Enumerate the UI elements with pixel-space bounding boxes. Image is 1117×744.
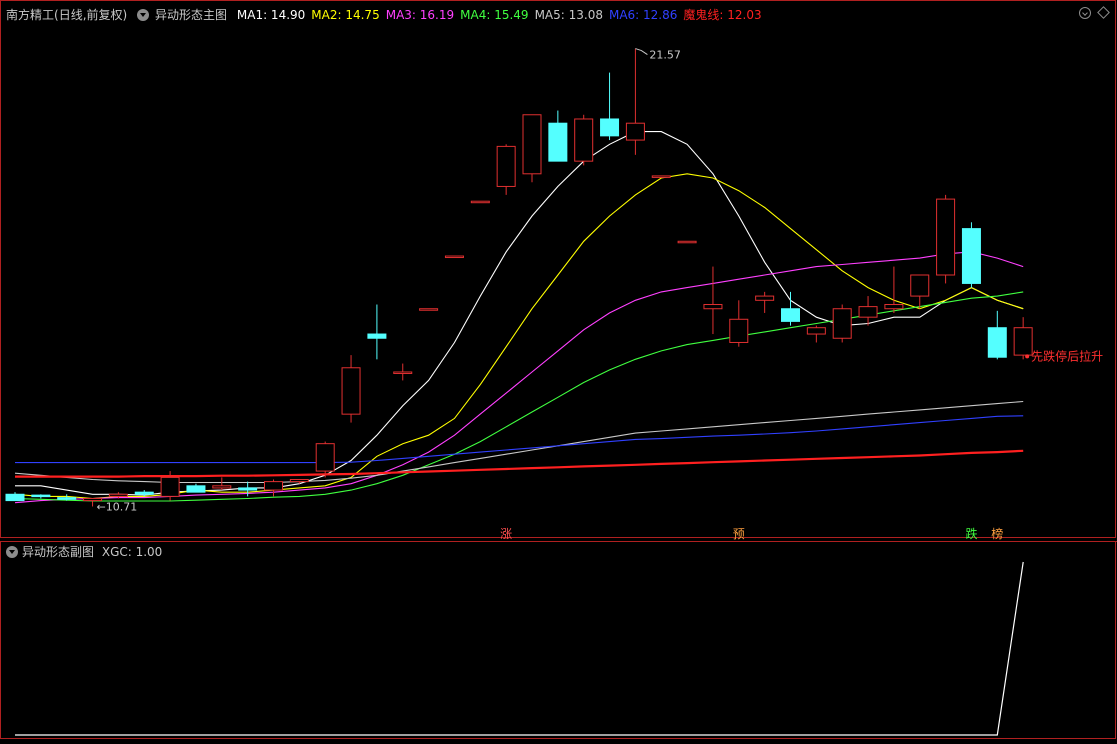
candle-body [1013,327,1033,356]
chart-stage[interactable]: 21.57 ←10.71 涨 预 跌榜 先跌停后拉升 [0,0,1117,740]
candle-body [419,308,439,311]
candle-body [470,200,490,204]
high-price-label: 21.57 [649,49,681,62]
chevron-down-icon[interactable] [6,546,18,558]
chevron-down-icon[interactable] [137,9,150,21]
candle-body [5,493,25,502]
candle-body [961,228,981,284]
candle-body [703,304,723,310]
sub-chart-header: 异动形态副图 XGC: 1.00 [6,543,162,560]
candle-body [600,118,620,137]
ma-line-ma2 [14,173,1024,500]
candle-body [108,493,128,497]
candle-body [832,308,852,339]
candle-body [212,485,232,489]
signal-marker: 跌 [965,526,977,541]
candle-body [367,333,387,339]
candle-body [31,494,51,498]
period-label: (日线,前复权) [54,8,128,22]
high-pointer [635,48,648,55]
candle-body [781,308,800,322]
ma-legend-item: MA3: 16.19 [385,8,455,22]
candle-body [651,175,671,178]
annotation-text: 先跌停后拉升 [1031,348,1103,363]
candle-body [884,304,904,310]
candle-body [806,327,826,335]
ma-legend-item: MA6: 12.86 [608,8,678,22]
ma-legend-item: MA2: 14.75 [311,8,380,22]
sub-indicator-value: XGC: 1.00 [101,545,163,559]
ma-legend-item: 魔鬼线: 12.03 [683,8,762,22]
stock-name: 南方精工 [6,8,55,22]
ma-legend: MA1: 14.90 MA2: 14.75 MA3: 16.19 MA4: 15.49… [237,8,768,22]
candle-body [548,122,568,162]
ma-line-ma6 [15,415,1024,464]
candle-body [858,306,878,318]
candle-body [341,367,361,415]
main-indicator-name[interactable]: 异动形态主图 [155,8,227,22]
candle-body [496,145,516,187]
candle-body [393,371,413,374]
ma-line-devil [15,449,1024,478]
signal-marker: 预 [733,527,745,541]
xgc-line [15,561,1024,736]
candle-body [987,327,1007,358]
candle-body [289,479,309,483]
candle-body [57,497,77,500]
candle-body [625,122,645,141]
ma-line-ma5 [14,400,1024,484]
main-chart-header: 南方精工(日线,前复权) 异动形态主图 MA1: 14.90 MA2: 14.75… [6,6,774,23]
sub-indicator-name[interactable]: 异动形态副图 [22,545,94,559]
candle-body [264,481,283,491]
candle-body [677,240,697,244]
candle-body [238,487,258,491]
settings-icon[interactable] [1079,7,1091,19]
ma-legend-item: MA4: 15.49 [460,8,529,22]
candle-body [910,274,930,297]
candle-body [936,198,956,276]
signal-marker: 涨 [500,526,512,541]
candle-body [160,476,180,497]
candle-body [729,318,749,343]
sub-panel-frame [0,541,1116,739]
candlestick-chart[interactable]: 21.57 ←10.71 涨 预 跌榜 先跌停后拉升 [0,0,1117,740]
candle-body [574,118,594,162]
candle-body [444,255,464,259]
candle-body [315,443,335,472]
candle-body [186,485,206,493]
signal-marker: 榜 [991,526,1003,541]
candle-body [134,491,154,495]
annotation-dot [1025,354,1030,359]
low-price-label: ←10.71 [97,500,138,513]
ma-legend-item: MA1: 14.90 [236,8,306,22]
candle-body [522,114,542,175]
ma-legend-item: MA5: 13.08 [534,8,603,22]
candle-body [755,295,775,301]
